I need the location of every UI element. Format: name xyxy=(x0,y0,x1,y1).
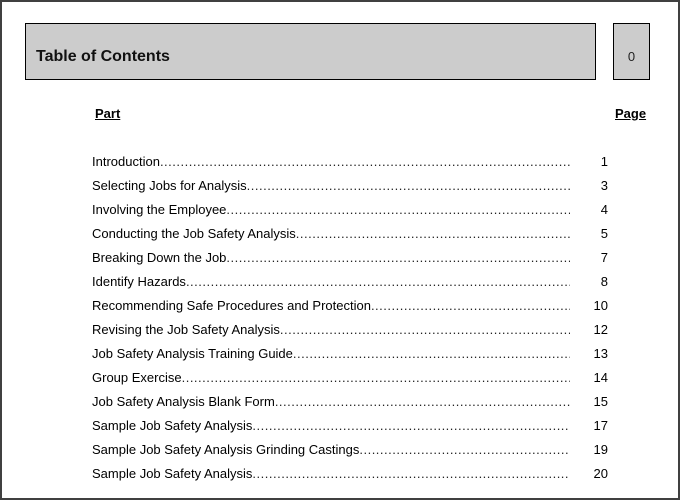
toc-entry-label: Job Safety Analysis Training Guide xyxy=(92,345,570,363)
toc-entry-page: 20 xyxy=(593,466,608,481)
toc-entry-page: 5 xyxy=(600,226,608,241)
toc-entry-page: 17 xyxy=(593,418,608,433)
toc-entry[interactable]: Sample Job Safety Analysis 20 xyxy=(92,465,612,489)
page-title: Table of Contents xyxy=(36,48,170,65)
toc-entry[interactable]: Revising the Job Safety Analysis 12 xyxy=(92,321,612,345)
toc-entry-page: 8 xyxy=(600,274,608,289)
toc-entry-label: Sample Job Safety Analysis xyxy=(92,465,570,483)
toc-entry-label: Involving the Employee xyxy=(92,201,570,219)
document-page: Table of Contents 0 Part Page Introducti… xyxy=(0,0,680,500)
toc-entry[interactable]: Identify Hazards 8 xyxy=(92,273,612,297)
part-column-header: Part xyxy=(95,106,121,121)
toc-entry[interactable]: Involving the Employee 4 xyxy=(92,201,612,225)
toc-entry[interactable]: Group Exercise 14 xyxy=(92,369,612,393)
toc-entry-label: Identify Hazards xyxy=(92,273,570,291)
toc-entry-label: Sample Job Safety Analysis Grinding Cast… xyxy=(92,441,570,459)
toc-entry-label: Sample Job Safety Analysis xyxy=(92,417,570,435)
toc-entry[interactable]: Sample Job Safety Analysis Grinding Cast… xyxy=(92,441,612,465)
toc-entry[interactable]: Job Safety Analysis Blank Form 15 xyxy=(92,393,612,417)
toc-entry[interactable]: Sample Job Safety Analysis 17 xyxy=(92,417,612,441)
toc-entry-page: 4 xyxy=(600,202,608,217)
toc-entry-page: 10 xyxy=(593,298,608,313)
toc-list: Introduction 1 Selecting Jobs for Analysi… xyxy=(92,153,612,489)
toc-entry-label: Breaking Down the Job xyxy=(92,249,570,267)
toc-entry-page: 1 xyxy=(600,154,608,169)
toc-entry-label: Introduction xyxy=(92,153,570,171)
page-number-box: 0 xyxy=(613,23,650,80)
toc-entry-label: Job Safety Analysis Blank Form xyxy=(92,393,570,411)
toc-entry[interactable]: Conducting the Job Safety Analysis 5 xyxy=(92,225,612,249)
toc-entry[interactable]: Selecting Jobs for Analysis 3 xyxy=(92,177,612,201)
toc-entry-label: Conducting the Job Safety Analysis xyxy=(92,225,570,243)
toc-entry-page: 7 xyxy=(600,250,608,265)
toc-entry-label: Selecting Jobs for Analysis xyxy=(92,177,570,195)
toc-entry-label: Recommending Safe Procedures and Protect… xyxy=(92,297,570,315)
toc-entry[interactable]: Recommending Safe Procedures and Protect… xyxy=(92,297,612,321)
toc-entry-page: 3 xyxy=(600,178,608,193)
toc-entry[interactable]: Introduction 1 xyxy=(92,153,612,177)
toc-entry-label: Revising the Job Safety Analysis xyxy=(92,321,570,339)
toc-entry[interactable]: Breaking Down the Job 7 xyxy=(92,249,612,273)
toc-entry[interactable]: Job Safety Analysis Training Guide 13 xyxy=(92,345,612,369)
toc-entry-page: 15 xyxy=(593,394,608,409)
toc-entry-page: 13 xyxy=(593,346,608,361)
toc-entry-page: 14 xyxy=(593,370,608,385)
page-column-header: Page xyxy=(615,106,647,121)
toc-entry-label: Group Exercise xyxy=(92,369,570,387)
page-number: 0 xyxy=(627,49,636,64)
title-banner: Table of Contents xyxy=(25,23,596,80)
toc-entry-page: 19 xyxy=(593,442,608,457)
toc-entry-page: 12 xyxy=(593,322,608,337)
